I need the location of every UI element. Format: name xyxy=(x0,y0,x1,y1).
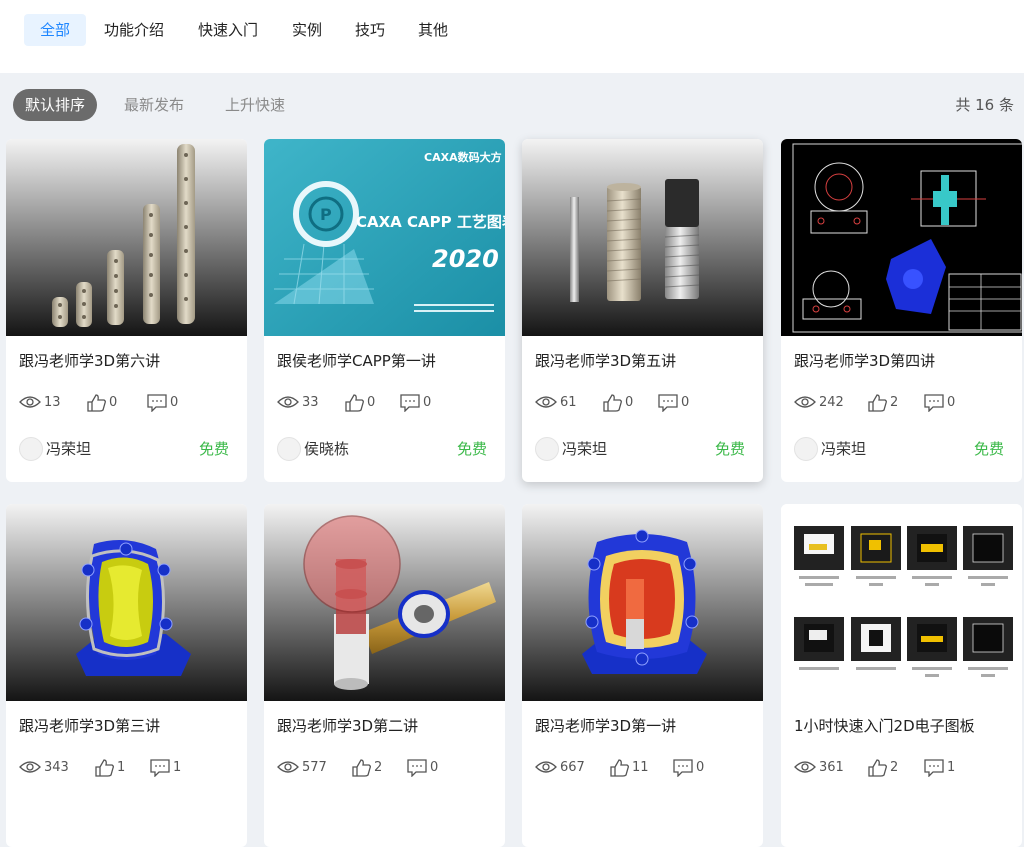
comment-icon xyxy=(924,394,944,412)
sort-default-button[interactable]: 默认排序 xyxy=(13,89,98,121)
thumbs-up-icon xyxy=(87,394,106,412)
comment-icon xyxy=(147,394,167,412)
sort-rising-button[interactable]: 上升快速 xyxy=(213,89,297,121)
svg-text:P: P xyxy=(320,205,332,224)
thumbs-up-icon xyxy=(603,394,622,412)
avatar xyxy=(535,437,559,461)
tab-tips[interactable]: 技巧 xyxy=(339,14,401,46)
course-title[interactable]: 跟冯老师学3D第一讲 xyxy=(535,715,676,736)
price-badge: 免费 xyxy=(456,440,487,458)
thumbs-up-icon xyxy=(868,394,887,412)
comment-icon xyxy=(400,394,420,412)
tab-other[interactable]: 其他 xyxy=(402,14,464,46)
course-title[interactable]: 跟冯老师学3D第四讲 xyxy=(794,350,935,371)
author-name: 冯荣坦 xyxy=(821,440,867,458)
avatar xyxy=(277,437,301,461)
course-thumbnail xyxy=(522,139,763,336)
tab-all[interactable]: 全部 xyxy=(24,14,87,46)
category-bar: 全部 功能介绍 快速入门 实例 技巧 其他 xyxy=(0,0,1024,73)
total-count: 共 16 条 xyxy=(955,96,1014,114)
author-name: 冯荣坦 xyxy=(562,440,608,458)
course-title[interactable]: 跟冯老师学3D第二讲 xyxy=(277,715,418,736)
course-thumbnail xyxy=(781,139,1022,336)
course-title[interactable]: 跟冯老师学3D第六讲 xyxy=(19,350,160,371)
thumbs-up-icon xyxy=(352,759,371,777)
eye-icon xyxy=(535,396,557,408)
tab-features[interactable]: 功能介绍 xyxy=(88,14,180,46)
course-thumbnail xyxy=(522,504,763,701)
thumbs-up-icon xyxy=(95,759,114,777)
thumbs-up-icon xyxy=(868,759,887,777)
avatar xyxy=(794,437,818,461)
course-card[interactable]: 跟冯老师学3D第三讲 343 1 1 xyxy=(6,504,247,847)
comment-icon xyxy=(673,759,693,777)
sort-newest-button[interactable]: 最新发布 xyxy=(112,89,196,121)
comment-icon xyxy=(924,759,944,777)
thumbs-up-icon xyxy=(610,759,629,777)
comment-icon xyxy=(407,759,427,777)
course-title[interactable]: 跟侯老师学CAPP第一讲 xyxy=(277,350,436,371)
course-title[interactable]: 1小时快速入门2D电子图板 xyxy=(794,715,975,736)
comment-icon xyxy=(658,394,678,412)
brand-logo-text: CAXA数码大方 xyxy=(424,150,502,164)
avatar xyxy=(19,437,43,461)
eye-icon xyxy=(277,761,299,773)
course-thumbnail: P CAXA数码大方 CAXA CAPP 工艺图表 2020 xyxy=(264,139,505,336)
course-title[interactable]: 跟冯老师学3D第三讲 xyxy=(19,715,160,736)
product-name-text: CAXA CAPP 工艺图表 xyxy=(356,213,505,231)
course-thumbnail xyxy=(264,504,505,701)
course-card[interactable]: 跟冯老师学3D第六讲 13 0 0 冯荣坦 免费 xyxy=(6,139,247,482)
eye-icon xyxy=(535,761,557,773)
course-card[interactable]: 跟冯老师学3D第五讲 61 0 0 冯荣坦 免费 xyxy=(522,139,763,482)
eye-icon xyxy=(277,396,299,408)
product-year-text: 2020 xyxy=(432,245,499,273)
sort-bar: 默认排序 最新发布 上升快速 共 16 条 xyxy=(0,73,1024,137)
eye-icon xyxy=(794,761,816,773)
author-name: 冯荣坦 xyxy=(46,440,92,458)
course-card[interactable]: 跟冯老师学3D第二讲 577 2 0 xyxy=(264,504,505,847)
course-thumbnail xyxy=(6,139,247,336)
course-thumbnail xyxy=(6,504,247,701)
eye-icon xyxy=(794,396,816,408)
course-card[interactable]: 1小时快速入门2D电子图板 361 2 1 xyxy=(781,504,1022,847)
course-title[interactable]: 跟冯老师学3D第五讲 xyxy=(535,350,676,371)
price-badge: 免费 xyxy=(198,440,229,458)
tab-quick-start[interactable]: 快速入门 xyxy=(182,14,274,46)
thumbs-up-icon xyxy=(345,394,364,412)
author-name: 侯晓栋 xyxy=(304,440,350,458)
eye-icon xyxy=(19,761,41,773)
course-card[interactable]: 跟冯老师学3D第四讲 242 2 0 冯荣坦 免费 xyxy=(781,139,1022,482)
course-thumbnail xyxy=(781,504,1022,701)
eye-icon xyxy=(19,396,41,408)
tab-examples[interactable]: 实例 xyxy=(276,14,338,46)
course-card[interactable]: 跟冯老师学3D第一讲 667 11 0 xyxy=(522,504,763,847)
comment-icon xyxy=(150,759,170,777)
price-badge: 免费 xyxy=(973,440,1004,458)
price-badge: 免费 xyxy=(714,440,745,458)
course-card[interactable]: P CAXA数码大方 CAXA CAPP 工艺图表 2020 跟侯老师学CAPP… xyxy=(264,139,505,482)
